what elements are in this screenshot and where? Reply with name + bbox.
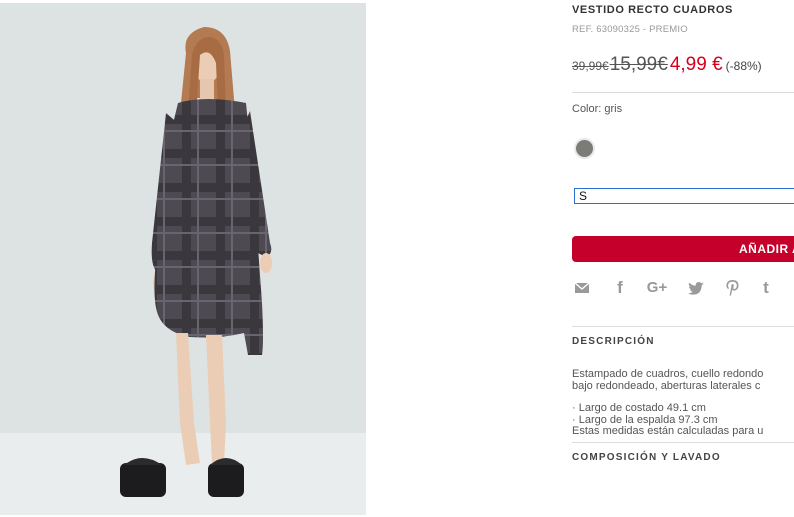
share-bar: f G+ t bbox=[572, 276, 794, 298]
twitter-icon[interactable] bbox=[686, 278, 706, 298]
product-details: VESTIDO RECTO CUADROS REF. 63090325 - PR… bbox=[572, 0, 794, 517]
description-line: bajo redondeado, aberturas laterales c bbox=[572, 380, 761, 392]
divider bbox=[572, 326, 794, 327]
model-illustration bbox=[0, 27, 366, 515]
size-select[interactable]: S bbox=[574, 188, 794, 204]
description-line: Estampado de cuadros, cuello redondo bbox=[572, 368, 764, 380]
original-price: 39,99€ bbox=[572, 59, 609, 73]
measure-note: Estas medidas están calculadas para u bbox=[572, 425, 764, 437]
facebook-icon[interactable]: f bbox=[610, 278, 630, 298]
product-reference: REF. 63090325 - PREMIO bbox=[572, 24, 688, 35]
previous-price: 15,99€ bbox=[609, 54, 668, 75]
product-photo[interactable] bbox=[0, 3, 366, 515]
price-block: 39,99€15,99€ 4,99 € (-88%) bbox=[572, 54, 762, 76]
description-heading[interactable]: DESCRIPCIÓN bbox=[572, 336, 655, 347]
color-swatch-gris[interactable] bbox=[576, 140, 593, 157]
measure-line: · Largo de costado 49.1 cm bbox=[572, 402, 706, 414]
divider bbox=[572, 442, 794, 443]
current-price: 4,99 € bbox=[669, 54, 723, 75]
tumblr-icon[interactable]: t bbox=[756, 278, 776, 298]
color-label: Color: gris bbox=[572, 103, 623, 115]
google-plus-icon[interactable]: G+ bbox=[644, 278, 670, 298]
divider bbox=[572, 92, 794, 93]
discount-badge: (-88%) bbox=[725, 59, 762, 73]
add-to-cart-button[interactable]: AÑADIR A bbox=[572, 236, 794, 262]
composition-heading[interactable]: COMPOSICIÓN Y LAVADO bbox=[572, 452, 721, 463]
product-title: VESTIDO RECTO CUADROS bbox=[572, 4, 733, 16]
email-icon[interactable] bbox=[572, 278, 592, 298]
pinterest-icon[interactable] bbox=[722, 278, 742, 298]
